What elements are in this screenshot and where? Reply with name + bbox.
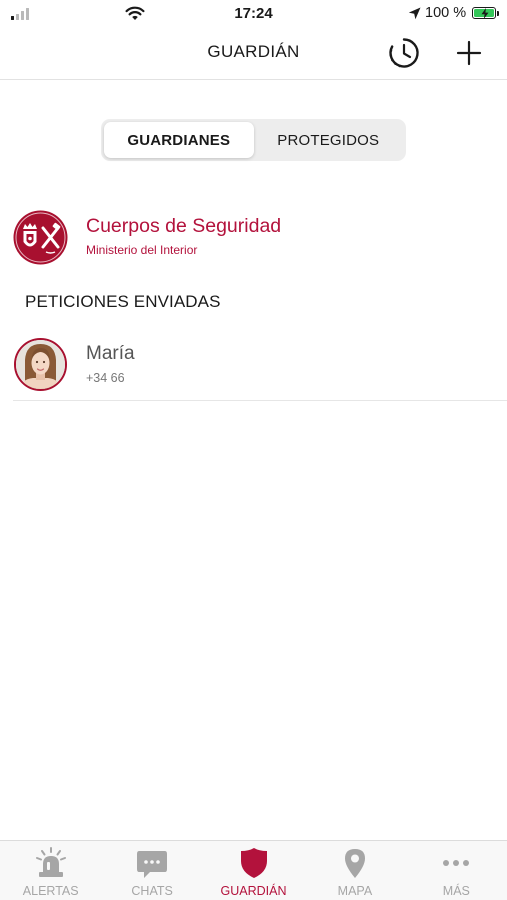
tab-chats[interactable]: CHATS <box>101 841 202 900</box>
tab-label: MAPA <box>337 884 373 898</box>
tab-label: GUARDIÁN <box>220 884 287 898</box>
tab-label: MÁS <box>442 884 470 898</box>
plus-icon <box>456 40 482 66</box>
battery-charging-icon <box>472 7 496 20</box>
tab-label: CHATS <box>131 884 173 898</box>
security-forces-emblem-icon <box>13 210 68 265</box>
tab-guardian[interactable]: GUARDIÁN <box>203 841 304 900</box>
add-button[interactable] <box>455 39 483 67</box>
history-clock-icon[interactable] <box>387 36 421 70</box>
contact-phone: +34 66 <box>86 371 125 385</box>
map-pin-icon <box>344 849 365 878</box>
user-photo-avatar <box>14 338 67 391</box>
chat-bubble-icon <box>137 851 168 878</box>
tab-alertas[interactable]: ALERTAS <box>0 841 101 900</box>
siren-icon <box>35 847 66 877</box>
battery-cap <box>497 10 499 16</box>
shield-icon <box>240 848 267 878</box>
battery-percent: 100 % <box>425 5 467 21</box>
segment-guardianes[interactable]: GUARDIANES <box>104 122 254 158</box>
tab-mas[interactable]: MÁS <box>406 841 507 900</box>
segment-protegidos[interactable]: PROTEGIDOS <box>254 122 404 158</box>
location-arrow-icon <box>408 7 421 20</box>
organization-row[interactable]: Cuerpos de Seguridad Ministerio del Inte… <box>13 210 493 266</box>
organization-name: Cuerpos de Seguridad <box>86 215 282 237</box>
tab-label: ALERTAS <box>22 884 79 898</box>
tab-mapa[interactable]: MAPA <box>304 841 405 900</box>
nav-bar: GUARDIÁN <box>0 28 507 80</box>
segmented-control: GUARDIANES PROTEGIDOS <box>101 119 406 161</box>
section-header: PETICIONES ENVIADAS <box>25 292 221 311</box>
organization-subtitle: Ministerio del Interior <box>86 243 198 257</box>
page-title: GUARDIÁN <box>207 42 300 61</box>
contact-name: María <box>86 343 135 364</box>
tab-bar: ALERTAS CHATS GUARDIÁN MAPA MÁS <box>0 840 507 900</box>
status-bar: 17:24 100 % <box>0 0 507 28</box>
more-dots-icon <box>443 860 470 866</box>
list-item[interactable]: María +34 66 <box>13 338 507 401</box>
